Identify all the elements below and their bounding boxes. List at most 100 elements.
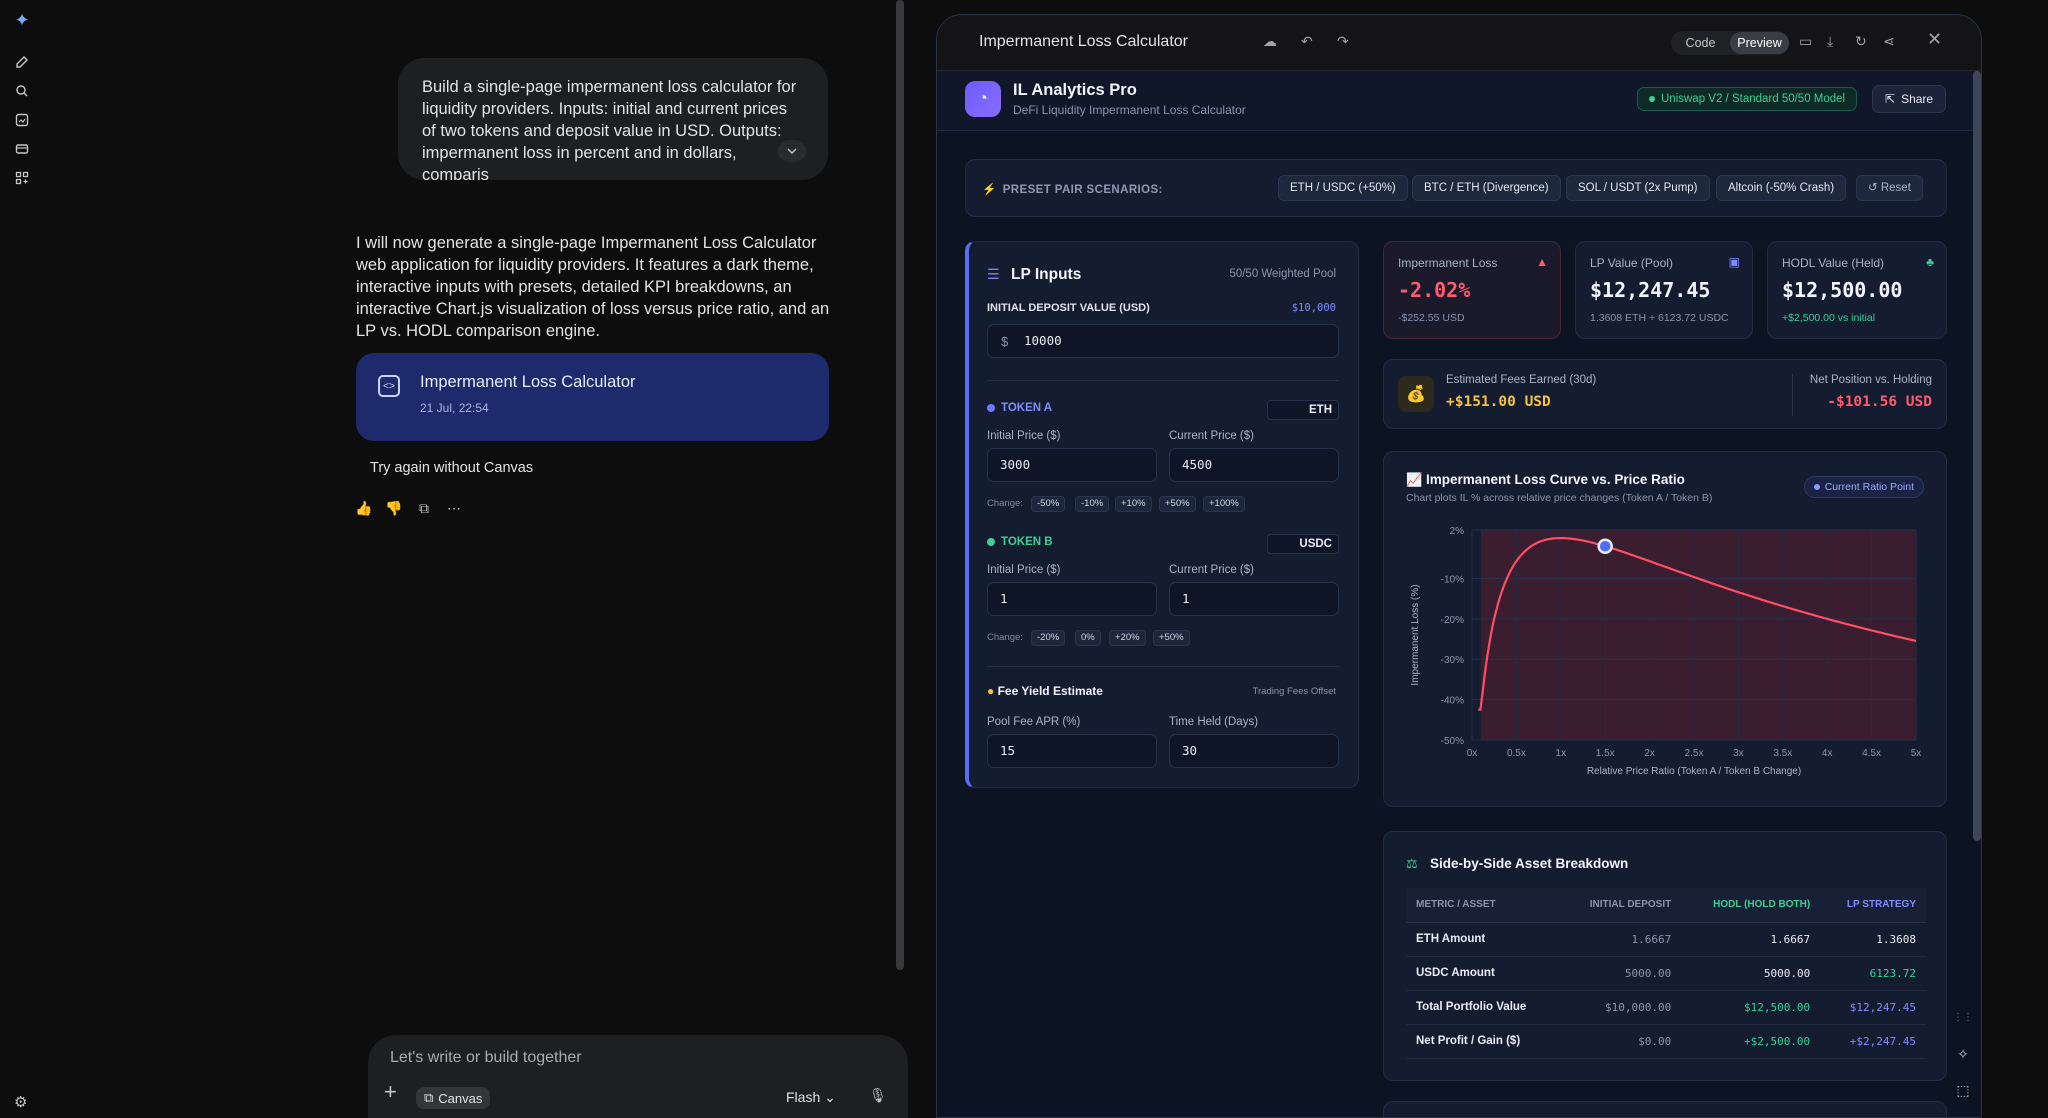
token-a-change-chip[interactable]: +10% xyxy=(1115,496,1152,512)
share-icon[interactable]: ⋖ xyxy=(1883,33,1895,50)
chart-subtitle: Chart plots IL % across relative price c… xyxy=(1406,492,1713,504)
x-tick-label: 1x xyxy=(1556,748,1567,759)
tab-preview[interactable]: Preview xyxy=(1730,32,1789,54)
canvas-scrollbar[interactable] xyxy=(1973,71,1981,841)
token-a-change-chip[interactable]: +50% xyxy=(1159,496,1196,512)
thumbs-down-icon[interactable]: 👎 xyxy=(385,500,402,516)
select-element-icon[interactable]: ⬚ xyxy=(1948,1072,1978,1108)
share-button[interactable]: ⇱ Share xyxy=(1872,85,1947,113)
sliders-icon: ☰ xyxy=(987,266,1000,282)
canvas-artifact-card[interactable]: <> Impermanent Loss Calculator 21 Jul, 2… xyxy=(356,353,829,441)
x-tick-label: 1.5x xyxy=(1596,748,1615,759)
token-b-change-chip[interactable]: -20% xyxy=(1031,630,1066,646)
token-b-current-price-input[interactable]: 1 xyxy=(1169,582,1339,616)
brand-subtitle: DeFi Liquidity Impermanent Loss Calculat… xyxy=(1013,103,1246,117)
chart-legend[interactable]: Current Ratio Point xyxy=(1803,476,1924,498)
share-button-label: Share xyxy=(1901,92,1934,106)
breakdown-table: METRIC / ASSET INITIAL DEPOSIT HODL (HOL… xyxy=(1406,888,1926,1059)
token-b-change-label: Change: xyxy=(987,632,1023,643)
il-chart-card: 📈 Impermanent Loss Curve vs. Price Ratio… xyxy=(1383,451,1947,807)
refresh-icon[interactable]: ↻ xyxy=(1855,33,1867,50)
drag-handle-icon[interactable]: ⋮⋮ xyxy=(1948,1000,1978,1036)
canvas-tool-chip[interactable]: ⧉ Canvas xyxy=(416,1087,491,1109)
add-attachment-icon[interactable]: + xyxy=(384,1079,397,1105)
redo-icon[interactable]: ↷ xyxy=(1337,33,1349,50)
kpi-value: $12,247.45 xyxy=(1590,278,1711,302)
code-brackets-icon: <> xyxy=(378,375,400,397)
presets-label: ⚡ PRESET PAIR SCENARIOS: xyxy=(982,182,1163,196)
preset-button[interactable]: BTC / ETH (Divergence) xyxy=(1412,175,1561,201)
token-a-initial-price-input[interactable]: 3000 xyxy=(987,448,1157,482)
time-held-input[interactable]: 30 xyxy=(1169,734,1339,768)
kpi-sub: 1.3608 ETH + 6123.72 USDC xyxy=(1590,312,1729,324)
preset-button[interactable]: Altcoin (-50% Crash) xyxy=(1716,175,1847,201)
close-icon[interactable]: ✕ xyxy=(1927,29,1942,50)
lp-inputs-panel: ☰ LP Inputs 50/50 Weighted Pool INITIAL … xyxy=(965,241,1359,788)
console-icon[interactable]: ▭ xyxy=(1799,33,1812,50)
canvas-title: Impermanent Loss Calculator xyxy=(979,33,1188,50)
gems-icon[interactable] xyxy=(12,139,32,159)
new-chat-icon[interactable] xyxy=(12,52,32,72)
token-a-symbol-input[interactable]: ETH xyxy=(1267,400,1339,420)
gemini-spark-icon[interactable]: ✦ xyxy=(12,10,32,30)
divider xyxy=(987,380,1339,381)
token-a-change-chip[interactable]: -50% xyxy=(1031,496,1066,512)
user-message-bubble: Build a single-page impermanent loss cal… xyxy=(398,58,828,180)
copy-icon[interactable]: ⧉ xyxy=(416,500,432,516)
fee-yield-title: ● Fee Yield Estimate xyxy=(987,684,1103,698)
col-header: INITIAL DEPOSIT xyxy=(1560,888,1682,923)
download-icon[interactable]: ⤓ xyxy=(1827,33,1833,50)
table-row: Net Profit / Gain ($) $0.00 +$2,500.00 +… xyxy=(1406,1024,1926,1059)
preset-button[interactable]: ETH / USDC (+50%) xyxy=(1278,175,1408,201)
settings-gear-icon[interactable]: ⚙ xyxy=(14,1093,27,1111)
try-again-without-canvas-link[interactable]: Try again without Canvas xyxy=(370,460,533,476)
pool-type-label: 50/50 Weighted Pool xyxy=(1229,268,1336,280)
code-preview-toggle[interactable]: Code Preview xyxy=(1671,31,1789,55)
tab-code[interactable]: Code xyxy=(1671,32,1730,54)
preset-scenarios-bar: ⚡ PRESET PAIR SCENARIOS: ETH / USDC (+50%… xyxy=(965,159,1947,217)
y-tick-label: -30% xyxy=(1441,655,1464,666)
preset-button[interactable]: SOL / USDT (2x Pump) xyxy=(1566,175,1710,201)
ai-response-text: I will now generate a single-page Imperm… xyxy=(356,234,830,340)
canvas-chip-icon: ⧉ xyxy=(424,1090,434,1105)
table-cell: 5000.00 xyxy=(1560,956,1682,991)
microphone-icon[interactable]: 🎙 xyxy=(869,1087,887,1104)
my-stuff-icon[interactable] xyxy=(12,110,32,130)
x-tick-label: 2.5x xyxy=(1685,748,1704,759)
canvas-chip-label: Canvas xyxy=(438,1090,483,1106)
kpi-title: LP Value (Pool) xyxy=(1590,256,1673,270)
token-b-change-chip[interactable]: 0% xyxy=(1075,630,1101,646)
apps-icon[interactable] xyxy=(12,168,32,188)
chat-scrollbar[interactable] xyxy=(896,0,904,970)
expand-chevron-icon[interactable] xyxy=(778,140,806,162)
piggy-bank-icon: ♣ xyxy=(1926,255,1934,269)
reset-button[interactable]: ↺ Reset xyxy=(1856,175,1923,201)
token-b-change-chip[interactable]: +50% xyxy=(1153,630,1190,646)
thumbs-up-icon[interactable]: 👍 xyxy=(355,500,372,516)
search-icon[interactable] xyxy=(12,81,32,101)
token-b-change-chip[interactable]: +20% xyxy=(1109,630,1146,646)
ai-edit-sparkle-icon[interactable]: ✧ xyxy=(1948,1036,1978,1072)
prompt-composer[interactable]: Let's write or build together + ⧉ Canvas … xyxy=(368,1035,908,1118)
token-a-current-price-input[interactable]: 4500 xyxy=(1169,448,1339,482)
net-position-value: -$101.56 USD xyxy=(1827,394,1932,410)
token-a-change-chip[interactable]: -10% xyxy=(1075,496,1110,512)
table-header-row: METRIC / ASSET INITIAL DEPOSIT HODL (HOL… xyxy=(1406,888,1926,923)
fee-apr-label: Pool Fee APR (%) xyxy=(987,716,1081,728)
kpi-title: HODL Value (Held) xyxy=(1782,256,1885,270)
app-preview: ◔ IL Analytics Pro DeFi Liquidity Imperm… xyxy=(937,71,1981,1117)
divider xyxy=(987,666,1339,667)
cloud-save-icon[interactable]: ☁ xyxy=(1263,33,1277,50)
deposit-input[interactable]: 10000 xyxy=(987,324,1339,358)
undo-icon[interactable]: ↶ xyxy=(1301,33,1313,50)
fee-apr-input[interactable]: 15 xyxy=(987,734,1157,768)
il-chart[interactable]: 2% -10% -20% -30% -40% -50%0x 0.5x 1x 1.5x 2x 2.5x… xyxy=(1384,514,1948,808)
model-selector[interactable]: Flash ⌄ xyxy=(786,1089,836,1106)
legend-label: Current Ratio Point xyxy=(1824,481,1914,493)
prompt-input[interactable]: Let's write or build together xyxy=(390,1049,582,1067)
current-ratio-point[interactable] xyxy=(1597,538,1613,554)
more-options-icon[interactable]: ⋯ xyxy=(446,500,462,516)
token-b-initial-price-input[interactable]: 1 xyxy=(987,582,1157,616)
token-a-change-chip[interactable]: +100% xyxy=(1203,496,1245,512)
token-b-symbol-input[interactable]: USDC xyxy=(1267,534,1339,554)
